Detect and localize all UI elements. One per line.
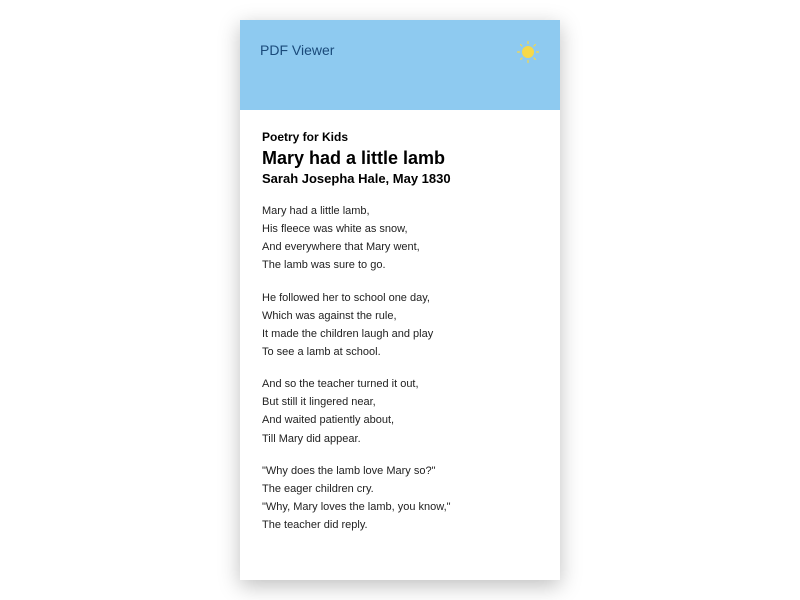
stanza: "Why does the lamb love Mary so?" The ea… — [262, 462, 538, 535]
poem-line: But still it lingered near, — [262, 393, 538, 411]
document-category: Poetry for Kids — [262, 130, 538, 144]
pdf-viewer-card: PDF Viewer Poetry for Kids Mary had a li… — [240, 20, 560, 580]
stanza: He followed her to school one day, Which… — [262, 289, 538, 362]
poem-line: It made the children laugh and play — [262, 325, 538, 343]
header-bar: PDF Viewer — [240, 20, 560, 110]
document-content: Poetry for Kids Mary had a little lamb S… — [240, 110, 560, 580]
poem-line: Which was against the rule, — [262, 307, 538, 325]
poem-line: Mary had a little lamb, — [262, 202, 538, 220]
poem-line: "Why, Mary loves the lamb, you know," — [262, 498, 538, 516]
poem-line: "Why does the lamb love Mary so?" — [262, 462, 538, 480]
poem-line: The lamb was sure to go. — [262, 256, 538, 274]
poem-line: Till Mary did appear. — [262, 430, 538, 448]
poem-line: And so the teacher turned it out, — [262, 375, 538, 393]
poem-line: The teacher did reply. — [262, 516, 538, 534]
document-author: Sarah Josepha Hale, May 1830 — [262, 171, 538, 186]
app-title: PDF Viewer — [260, 42, 540, 58]
poem-line: To see a lamb at school. — [262, 343, 538, 361]
sun-icon — [516, 40, 540, 64]
poem-line: The eager children cry. — [262, 480, 538, 498]
poem-line: He followed her to school one day, — [262, 289, 538, 307]
document-title: Mary had a little lamb — [262, 148, 538, 169]
poem-line: And waited patiently about, — [262, 411, 538, 429]
stanza: And so the teacher turned it out, But st… — [262, 375, 538, 448]
poem-line: And everywhere that Mary went, — [262, 238, 538, 256]
poem-line: His fleece was white as snow, — [262, 220, 538, 238]
stanza: Mary had a little lamb, His fleece was w… — [262, 202, 538, 275]
poem-body: Mary had a little lamb, His fleece was w… — [262, 202, 538, 534]
